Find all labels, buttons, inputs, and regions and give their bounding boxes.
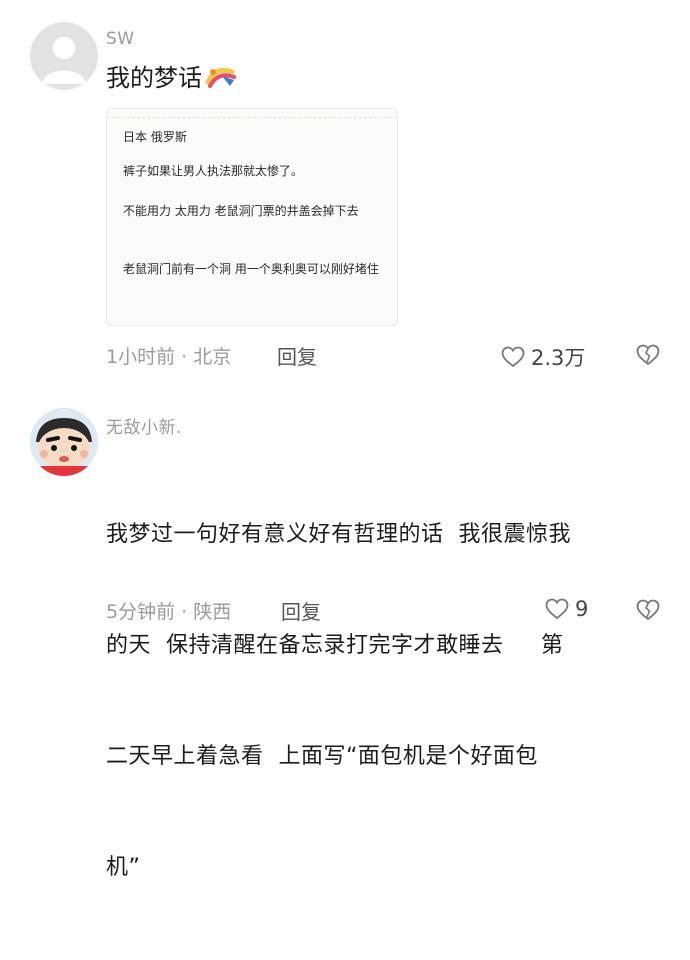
comment-text-line: 机”: [106, 855, 141, 880]
card-line: 日本 俄罗斯: [123, 130, 187, 144]
time-location: 5分钟前 · 陕西: [106, 601, 232, 623]
username[interactable]: 无敌小新.: [106, 413, 182, 438]
dislike-button[interactable]: [636, 599, 660, 625]
heart-icon: [501, 346, 525, 368]
broken-heart-icon: [636, 344, 660, 366]
reply-button[interactable]: 回复: [277, 341, 317, 370]
like-count: 2.3万: [531, 346, 586, 370]
username[interactable]: SW: [106, 29, 135, 49]
comment-text: 我梦过一句好有意义好有哲理的话 我很震惊我 的天 保持清醒在备忘录打完字才敢睡去…: [106, 442, 571, 960]
comment-text-line: 我梦过一句好有意义好有哲理的话 我很震惊我: [106, 522, 571, 547]
screenshot-image[interactable]: 日本 俄罗斯 裤子如果让男人执法那就太惨了。 不能用力 太用力 老鼠洞门票的井盖…: [106, 108, 398, 326]
card-line: 裤子如果让男人执法那就太惨了。: [123, 164, 304, 178]
like-count: 9: [575, 597, 589, 621]
card-top-divider: [107, 109, 397, 118]
like-button[interactable]: 2.3万: [501, 342, 585, 372]
time-location: 1小时前 · 北京: [106, 346, 232, 368]
broken-heart-icon: [636, 599, 660, 621]
dislike-button[interactable]: [636, 344, 660, 370]
card-line: 不能用力 太用力 老鼠洞门票的井盖会掉下去: [123, 204, 359, 218]
heart-icon: [545, 598, 569, 620]
default-avatar-icon: [42, 37, 86, 84]
comment-text: 我的梦话: [106, 64, 202, 92]
reply-button[interactable]: 回复: [281, 596, 321, 625]
like-button[interactable]: 9: [545, 597, 588, 621]
avatar[interactable]: [30, 22, 98, 90]
rainbow-sticker-icon: [205, 67, 236, 88]
card-line: 老鼠洞门前有一个洞 用一个奥利奥可以刚好堵住: [123, 262, 379, 276]
avatar[interactable]: [30, 408, 98, 476]
comment-text-line: 的天 保持清醒在备忘录打完字才敢睡去 第: [106, 633, 564, 658]
comment-text-line: 二天早上着急看 上面写“面包机是个好面包: [106, 744, 538, 769]
cartoon-avatar-icon: [30, 408, 98, 476]
